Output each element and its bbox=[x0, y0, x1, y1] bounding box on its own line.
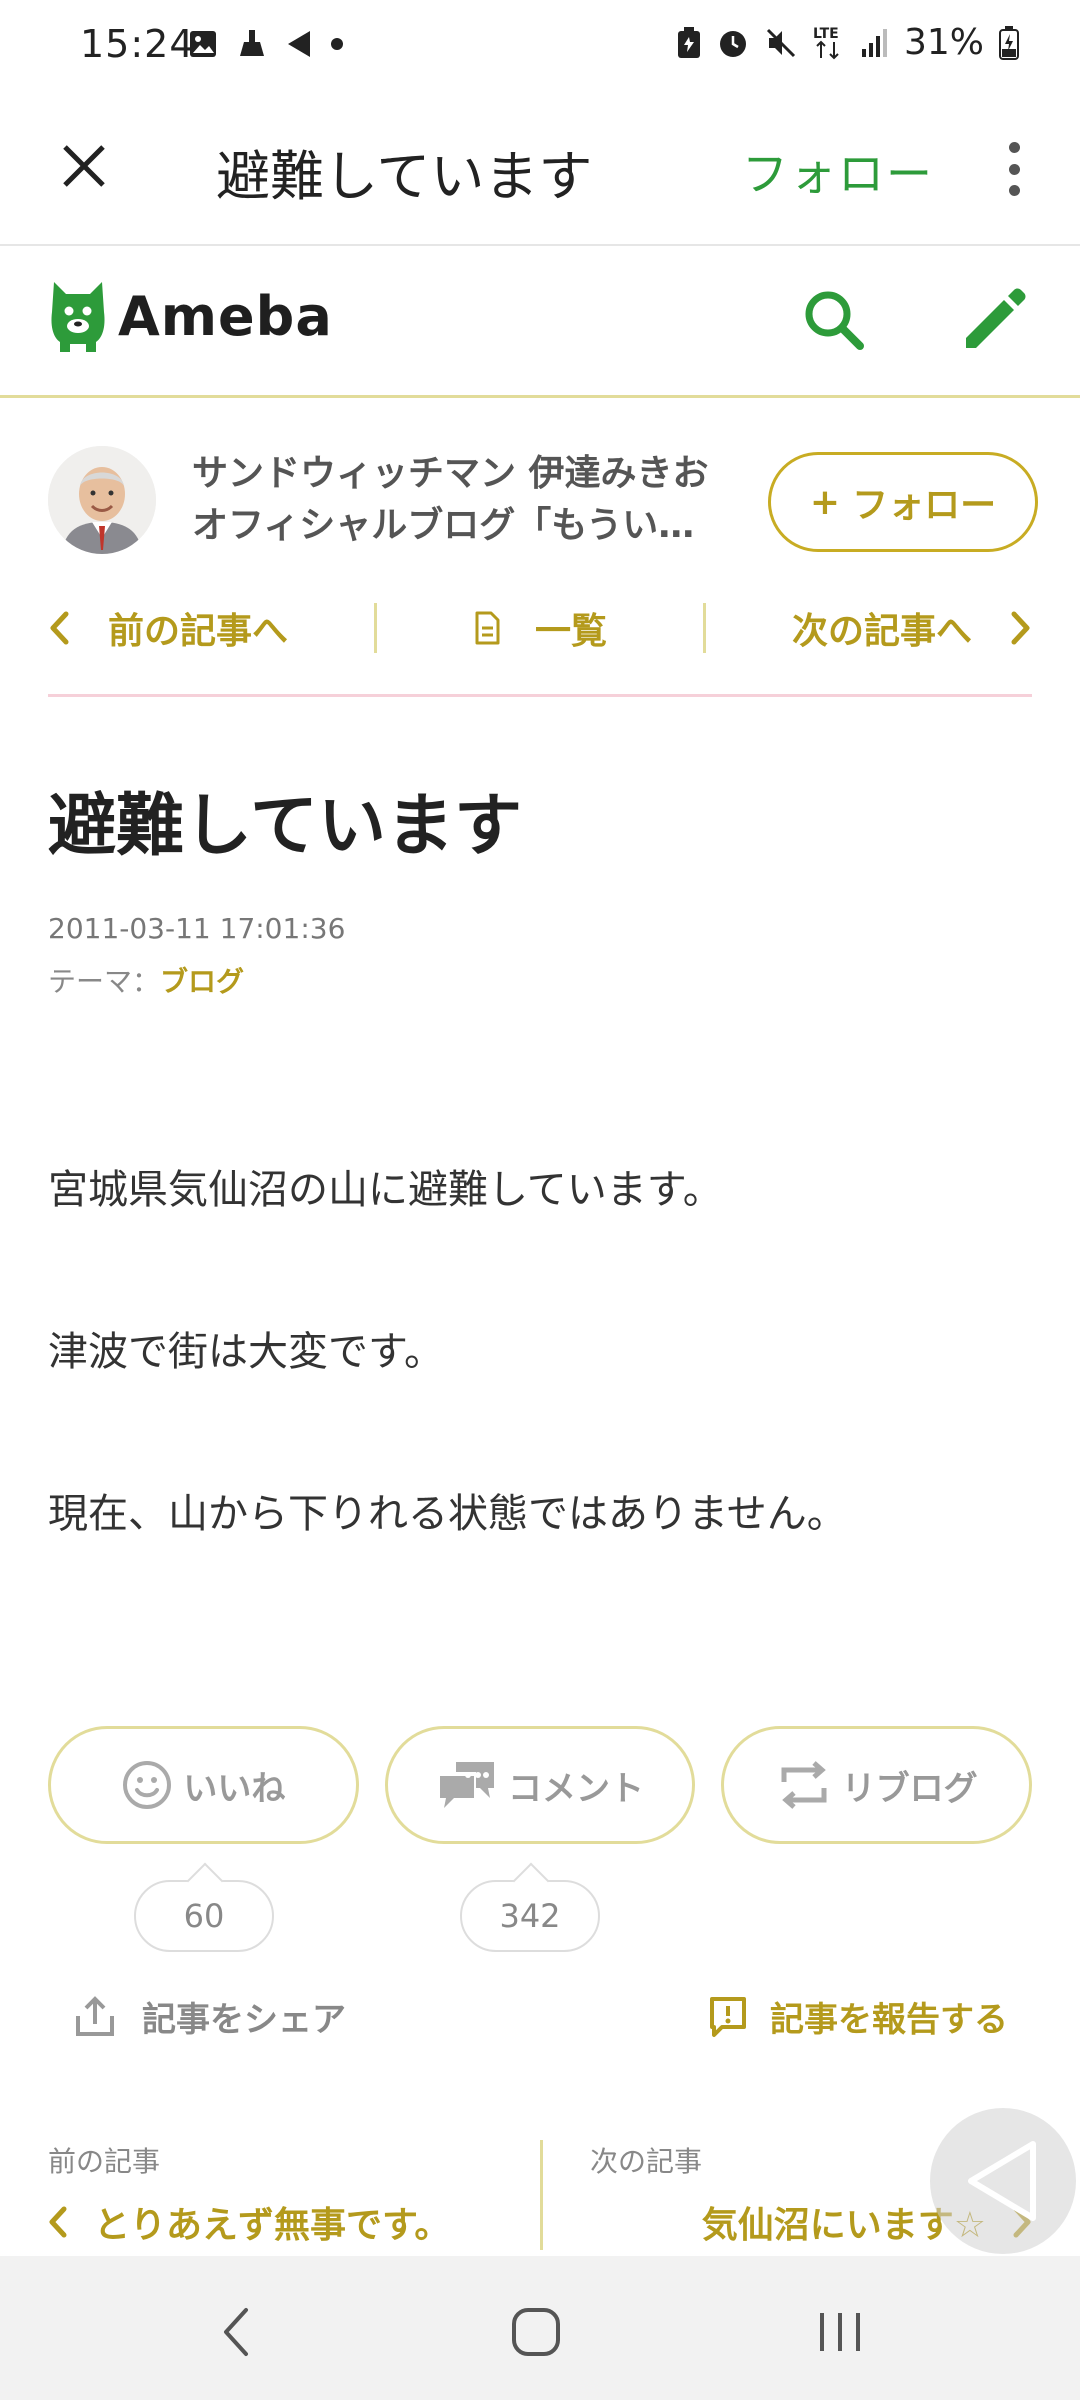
blog-name[interactable]: サンドウィッチマン 伊達みきお オフィシャルブログ「もうい… bbox=[192, 448, 732, 552]
close-icon bbox=[63, 145, 105, 187]
reblog-label: リブログ bbox=[841, 1768, 978, 1809]
plus-icon: + bbox=[809, 481, 841, 523]
search-button[interactable] bbox=[800, 286, 870, 356]
comment-label: コメント bbox=[508, 1768, 644, 1809]
more-options-button[interactable] bbox=[990, 136, 1038, 202]
triangle-back-icon bbox=[968, 2141, 1036, 2221]
prev-next-separator bbox=[540, 2140, 543, 2250]
article-nav: 前の記事へ 一覧 次の記事へ bbox=[48, 580, 1032, 676]
battery-percent: 31% bbox=[903, 22, 984, 63]
like-button[interactable]: いいね bbox=[48, 1726, 359, 1844]
share-article-button[interactable]: 記事をシェア bbox=[72, 1992, 346, 2041]
pencil-icon bbox=[966, 288, 1026, 348]
chevron-right-icon bbox=[1011, 611, 1030, 645]
article-date: 2011-03-11 17:01:36 bbox=[48, 912, 346, 945]
ameba-header: Ameba bbox=[0, 248, 1080, 398]
close-button[interactable] bbox=[52, 134, 116, 198]
broom-icon bbox=[240, 30, 264, 56]
avatar-image bbox=[48, 446, 156, 554]
system-recents-button[interactable] bbox=[800, 2292, 880, 2372]
reaction-buttons: いいね コメント リブログ bbox=[48, 1726, 1033, 1844]
signal-icon bbox=[861, 28, 887, 57]
system-home-button[interactable] bbox=[496, 2292, 576, 2372]
prev-article-title: とりあえず無事です。 bbox=[94, 2205, 451, 2246]
article-list-label: 一覧 bbox=[534, 611, 607, 652]
comment-icon bbox=[440, 1762, 494, 1808]
blog-follow-label: フォロー bbox=[852, 485, 997, 526]
theme-link[interactable]: ブログ bbox=[160, 965, 244, 998]
more-dot-icon bbox=[1008, 163, 1020, 175]
home-square-icon bbox=[512, 2308, 560, 2356]
chevron-left-icon bbox=[49, 2206, 67, 2238]
svg-text:LTE: LTE bbox=[813, 26, 839, 42]
comment-count[interactable]: 342 bbox=[460, 1880, 600, 1952]
system-back-button[interactable] bbox=[196, 2292, 276, 2372]
article-title: 避難しています bbox=[48, 787, 522, 866]
blog-name-line2: オフィシャルブログ「もうい… bbox=[192, 505, 695, 546]
next-article-link[interactable]: 次の記事へ bbox=[706, 598, 1032, 658]
recents-icon bbox=[820, 2313, 860, 2351]
report-article-button[interactable]: 記事を報告する bbox=[706, 1992, 1008, 2041]
blog-name-line1: サンドウィッチマン 伊達みきお bbox=[192, 453, 709, 494]
smiley-icon bbox=[123, 1761, 172, 1809]
comment-button[interactable]: コメント bbox=[384, 1726, 696, 1844]
article-body: 宮城県気仙沼の山に避難しています。 津波で街は大変です。 現在、山から下りれる状… bbox=[48, 1160, 1032, 1646]
document-icon bbox=[475, 611, 500, 645]
prev-article-heading: 前の記事 bbox=[48, 2145, 161, 2178]
article-theme: テーマ：ブログ bbox=[48, 960, 244, 1000]
dot-icon bbox=[331, 38, 343, 50]
alarm-icon bbox=[719, 30, 746, 57]
lte-icon: LTE bbox=[813, 26, 839, 59]
theme-prefix: テーマ： bbox=[48, 965, 161, 998]
battery-saver-icon bbox=[677, 26, 700, 58]
write-post-button[interactable] bbox=[956, 282, 1032, 358]
app-bar-title: 避難しています bbox=[216, 145, 593, 208]
prev-next-articles: 前の記事 次の記事 とりあえず無事です。 気仙沼にいます☆ bbox=[0, 2136, 1080, 2256]
status-bar: 15:24 LTE 31% bbox=[0, 0, 1080, 96]
prev-article-label: 前の記事へ bbox=[108, 611, 289, 652]
nav-divider bbox=[48, 694, 1032, 697]
more-dot-icon bbox=[1008, 185, 1020, 196]
chevron-left-icon bbox=[50, 611, 69, 645]
article-paragraph: 現在、山から下りれる状態ではありません。 bbox=[48, 1491, 847, 1537]
search-icon bbox=[805, 291, 864, 350]
blog-avatar[interactable] bbox=[48, 446, 156, 554]
like-label: いいね bbox=[183, 1768, 286, 1809]
article-paragraph: 宮城県気仙沼の山に避難しています。 bbox=[48, 1167, 723, 1213]
next-article-heading: 次の記事 bbox=[590, 2145, 703, 2178]
floating-back-button[interactable] bbox=[930, 2108, 1076, 2254]
system-navigation-bar bbox=[0, 2256, 1080, 2400]
battery-icon bbox=[999, 25, 1019, 60]
article-list-link[interactable]: 一覧 bbox=[377, 598, 703, 658]
status-time: 15:24 bbox=[80, 22, 195, 66]
mute-icon bbox=[766, 28, 796, 57]
blog-follow-button[interactable]: + フォロー bbox=[768, 452, 1038, 552]
app-bar-follow-button[interactable]: フォロー bbox=[742, 138, 934, 204]
next-article-label: 次の記事へ bbox=[791, 611, 972, 652]
share-icon bbox=[76, 1995, 114, 2036]
article-paragraph: 津波で街は大変です。 bbox=[48, 1329, 444, 1375]
report-icon bbox=[710, 1996, 746, 2037]
ameba-mascot-icon bbox=[51, 282, 105, 352]
prev-article-link[interactable]: 前の記事へ bbox=[48, 598, 374, 658]
ameba-logo[interactable]: Ameba bbox=[48, 278, 333, 354]
back-chevron-icon bbox=[224, 2308, 248, 2356]
app-bar: 避難しています フォロー bbox=[0, 96, 1080, 246]
reblog-icon bbox=[781, 1761, 827, 1809]
ameba-logo-text: Ameba bbox=[118, 284, 333, 348]
share-label: 記事をシェア bbox=[142, 2000, 346, 2040]
navigation-icon bbox=[288, 31, 310, 57]
report-label: 記事を報告する bbox=[770, 2000, 1008, 2040]
status-right-icons: LTE 31% bbox=[676, 22, 1020, 63]
reblog-button[interactable]: リブログ bbox=[721, 1726, 1033, 1844]
like-count[interactable]: 60 bbox=[134, 1880, 274, 1952]
more-dot-icon bbox=[1008, 142, 1020, 153]
prev-article-card[interactable]: とりあえず無事です。 bbox=[48, 2196, 450, 2248]
blog-info: サンドウィッチマン 伊達みきお オフィシャルブログ「もうい… + フォロー bbox=[0, 400, 1080, 580]
status-left-icons bbox=[188, 28, 344, 60]
gallery-icon bbox=[190, 31, 216, 57]
